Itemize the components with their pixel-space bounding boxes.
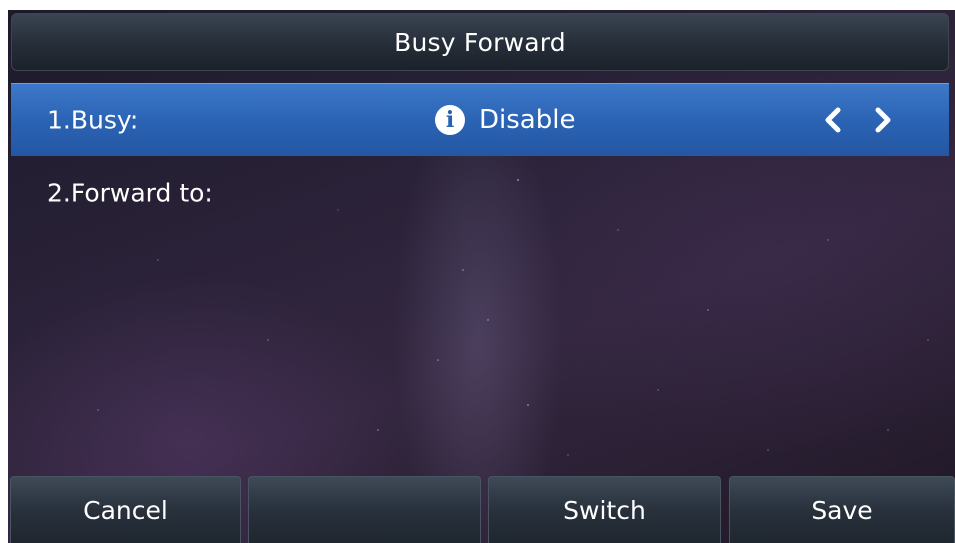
title-bar: Busy Forward bbox=[11, 13, 949, 71]
cancel-button[interactable]: Cancel bbox=[10, 476, 241, 543]
busy-label: 1.Busy: bbox=[47, 105, 139, 135]
chevron-left-icon[interactable] bbox=[819, 102, 847, 138]
info-icon: i bbox=[435, 105, 465, 135]
forward-to-label: 2.Forward to: bbox=[47, 178, 213, 207]
page-title: Busy Forward bbox=[394, 27, 566, 57]
busy-value: Disable bbox=[479, 105, 576, 135]
forward-to-row[interactable]: 2.Forward to: bbox=[11, 156, 949, 229]
chevron-right-icon[interactable] bbox=[869, 102, 897, 138]
switch-button[interactable]: Switch bbox=[488, 476, 721, 543]
busy-value-group: i Disable bbox=[435, 105, 575, 135]
busy-setting-row[interactable]: 1.Busy: i Disable bbox=[11, 83, 949, 156]
softkey-bar: Cancel Switch Save bbox=[8, 476, 955, 543]
phone-screen: Busy Forward 1.Busy: i Disable 2.Forward… bbox=[8, 10, 955, 543]
empty-softkey[interactable] bbox=[248, 476, 481, 543]
save-button[interactable]: Save bbox=[729, 476, 955, 543]
